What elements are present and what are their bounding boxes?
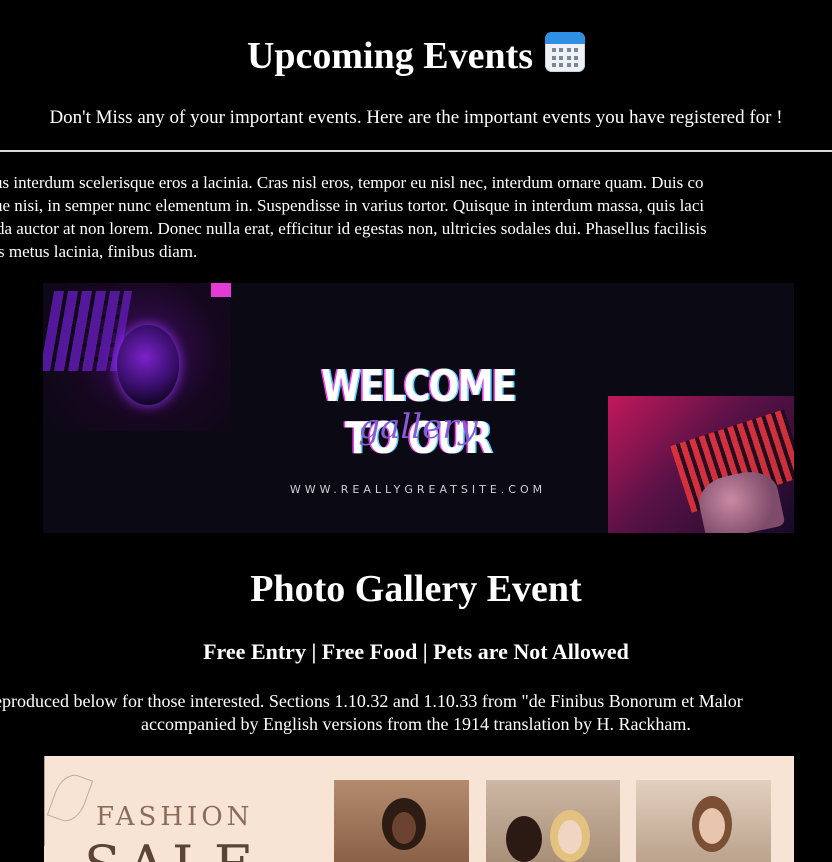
event-title: Photo Gallery Event bbox=[250, 568, 582, 610]
banner-script-text: gallery bbox=[358, 407, 478, 447]
intro-text-line: da auctor at non lorem. Donec nulla erat… bbox=[0, 219, 707, 238]
intro-text-line: s metus lacinia, finibus diam. bbox=[0, 242, 198, 261]
keyboard-image-left bbox=[43, 283, 231, 431]
banner-website: WWW.REALLYGREATSITE.COM bbox=[289, 483, 547, 496]
intro-text-line: ue nisi, in semper nunc elementum in. Su… bbox=[0, 196, 705, 215]
event-features: Free Entry | Free Food | Pets are Not Al… bbox=[203, 639, 629, 664]
calendar-icon bbox=[545, 32, 586, 72]
fashion-sale-banner-image: FASHION SALE bbox=[44, 756, 794, 862]
divider bbox=[0, 150, 832, 152]
page-subtitle: Don't Miss any of your important events.… bbox=[49, 107, 783, 128]
event-description-line: eproduced below for those interested. Se… bbox=[0, 691, 743, 711]
event-description-line: accompanied by English versions from the… bbox=[141, 714, 691, 734]
sale-word: SALE bbox=[84, 836, 304, 862]
page-title: Upcoming Events bbox=[0, 32, 832, 80]
gallery-banner-image: WELCOME TO OUR gallery WWW.REALLYGREATSI… bbox=[43, 283, 794, 533]
fashion-word: FASHION bbox=[96, 802, 254, 832]
intro-text-line: us interdum scelerisque eros a lacinia. … bbox=[0, 173, 704, 192]
events-page: Upcoming Events Don't Miss any of your i… bbox=[0, 0, 832, 862]
page-title-text: Upcoming Events bbox=[246, 35, 534, 77]
keyboard-image-right bbox=[608, 396, 794, 533]
mouse-image bbox=[117, 325, 179, 405]
